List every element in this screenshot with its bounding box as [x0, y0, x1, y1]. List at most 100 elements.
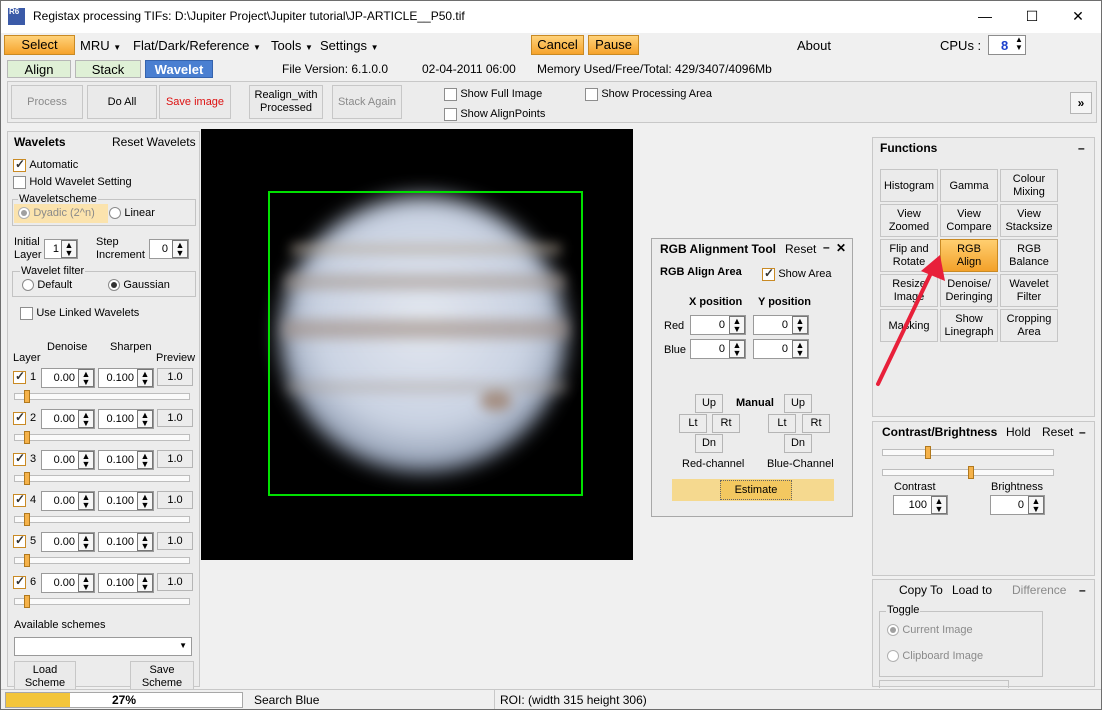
brightness-spinner[interactable]: 0 ▲ ▼ [990, 495, 1045, 515]
layer-slider-thumb[interactable] [24, 390, 30, 403]
blue-x-spinner[interactable]: 0 ▲ ▼ [690, 339, 746, 359]
save-scheme-button[interactable]: Save Scheme [130, 661, 194, 691]
gamma-button[interactable]: Gamma [940, 169, 998, 202]
spin-arrows-icon[interactable]: ▲ ▼ [137, 410, 153, 428]
layer-preview-button[interactable]: 1.0 [157, 573, 193, 591]
view-zoomed-button[interactable]: View Zoomed [880, 204, 938, 237]
stack-again-button[interactable]: Stack Again [332, 85, 402, 119]
denoise-spinner[interactable]: 0.00 ▲ ▼ [41, 532, 95, 552]
select-button[interactable]: Select [4, 35, 75, 55]
spin-arrows-icon[interactable]: ▲ ▼ [931, 496, 947, 514]
spin-arrows-icon[interactable]: ▲ ▼ [792, 340, 808, 358]
initial-layer-spinner[interactable]: 1 ▲ ▼ [44, 239, 78, 259]
denoise-spinner[interactable]: 0.00 ▲ ▼ [41, 409, 95, 429]
spin-arrows-icon[interactable]: ▲ ▼ [78, 574, 94, 592]
layer-preview-button[interactable]: 1.0 [157, 532, 193, 550]
menu-tools[interactable]: Tools ▼ [271, 38, 313, 53]
spin-arrows-icon[interactable]: ▲ ▼ [729, 316, 745, 334]
use-linked-wavelets-checkbox[interactable]: Use Linked Wavelets [20, 307, 139, 323]
layer-slider-thumb[interactable] [24, 595, 30, 608]
dyadic-radio[interactable]: Dyadic (2^n) [14, 204, 108, 223]
red-left-button[interactable]: Lt [679, 414, 707, 433]
rgb-tool-reset-button[interactable]: Reset [785, 242, 816, 256]
blue-down-button[interactable]: Dn [784, 434, 812, 453]
denoise-spinner[interactable]: 0.00 ▲ ▼ [41, 573, 95, 593]
show-area-checkbox[interactable]: Show Area [762, 266, 832, 284]
sharpen-spinner[interactable]: 0.100 ▲ ▼ [98, 409, 154, 429]
load-to-button[interactable]: Load to [952, 583, 992, 597]
layer-slider[interactable] [14, 598, 190, 605]
contrast-slider[interactable] [882, 449, 1054, 456]
contrast-reset-button[interactable]: Reset [1042, 425, 1073, 439]
show-alignpoints-checkbox[interactable]: Show AlignPoints [444, 108, 545, 124]
spin-arrows-icon[interactable]: ▲ ▼ [78, 451, 94, 469]
reset-wavelets-button[interactable]: Reset Wavelets [112, 135, 196, 149]
histogram-button[interactable]: Histogram [880, 169, 938, 202]
menu-settings[interactable]: Settings ▼ [320, 38, 379, 53]
estimate-button[interactable]: Estimate [720, 480, 792, 500]
layer-enable-checkbox[interactable] [13, 451, 26, 469]
blue-up-button[interactable]: Up [784, 394, 812, 413]
tab-wavelet[interactable]: Wavelet [145, 60, 213, 78]
sharpen-spinner[interactable]: 0.100 ▲ ▼ [98, 532, 154, 552]
layer-preview-button[interactable]: 1.0 [157, 368, 193, 386]
layer-enable-checkbox[interactable] [13, 369, 26, 387]
copy-to-button[interactable]: Copy To [899, 583, 943, 597]
layer-slider[interactable] [14, 516, 190, 523]
rgb-balance-button[interactable]: RGB Balance [1000, 239, 1058, 272]
spin-arrows-icon[interactable]: ▲ ▼ [1028, 496, 1044, 514]
blue-right-button[interactable]: Rt [802, 414, 830, 433]
contrast-slider-thumb[interactable] [925, 446, 931, 459]
collapse-icon[interactable]: – [1078, 141, 1085, 155]
load-scheme-button[interactable]: Load Scheme [14, 661, 76, 691]
show-processing-area-checkbox[interactable]: Show Processing Area [585, 88, 712, 104]
clipboard-image-radio[interactable]: Clipboard Image [887, 650, 983, 665]
spin-arrows-icon[interactable]: ▲ ▼ [78, 533, 94, 551]
view-compare-button[interactable]: View Compare [940, 204, 998, 237]
layer-enable-checkbox[interactable] [13, 492, 26, 510]
layer-preview-button[interactable]: 1.0 [157, 491, 193, 509]
do-all-button[interactable]: Do All [87, 85, 157, 119]
hold-button[interactable]: Hold [1006, 425, 1031, 439]
layer-slider-thumb[interactable] [24, 431, 30, 444]
realign-with-processed-button[interactable]: Realign_with Processed [249, 85, 323, 119]
brightness-slider-thumb[interactable] [968, 466, 974, 479]
denoise-spinner[interactable]: 0.00 ▲ ▼ [41, 368, 95, 388]
blue-y-spinner[interactable]: 0 ▲ ▼ [753, 339, 809, 359]
red-right-button[interactable]: Rt [712, 414, 740, 433]
schemes-dropdown[interactable]: ▼ [14, 637, 192, 656]
layer-enable-checkbox[interactable] [13, 574, 26, 592]
linear-radio[interactable]: Linear [109, 207, 155, 222]
difference-button[interactable]: Difference [1012, 583, 1066, 597]
cancel-button[interactable]: Cancel [531, 35, 584, 55]
spin-arrows-icon[interactable]: ▲ ▼ [729, 340, 745, 358]
layer-slider[interactable] [14, 434, 190, 441]
spin-arrows-icon[interactable]: ▲ ▼ [172, 240, 188, 258]
spin-arrows-icon[interactable]: ▲ ▼ [78, 410, 94, 428]
layer-slider-thumb[interactable] [24, 554, 30, 567]
tab-align[interactable]: Align [7, 60, 71, 78]
spin-arrows-icon[interactable]: ▲ ▼ [137, 451, 153, 469]
gaussian-filter-radio[interactable]: Gaussian [108, 279, 170, 294]
maximize-button[interactable]: ☐ [1009, 1, 1055, 33]
process-button[interactable]: Process [11, 85, 83, 119]
red-down-button[interactable]: Dn [695, 434, 723, 453]
spin-arrows-icon[interactable]: ▲ ▼ [78, 492, 94, 510]
spin-arrows-icon[interactable]: ▲ ▼ [792, 316, 808, 334]
minimize-button[interactable]: — [962, 1, 1008, 33]
red-x-spinner[interactable]: 0 ▲ ▼ [690, 315, 746, 335]
layer-enable-checkbox[interactable] [13, 410, 26, 428]
denoise-spinner[interactable]: 0.00 ▲ ▼ [41, 491, 95, 511]
wavelet-filter-button[interactable]: Wavelet Filter [1000, 274, 1058, 307]
expand-panel-button[interactable]: » [1070, 92, 1092, 114]
save-image-button[interactable]: Save image [159, 85, 231, 119]
close-icon[interactable]: ✕ [836, 241, 846, 255]
step-increment-spinner[interactable]: 0 ▲ ▼ [149, 239, 189, 259]
default-filter-radio[interactable]: Default [22, 279, 72, 294]
colour-mixing-button[interactable]: Colour Mixing [1000, 169, 1058, 202]
spin-arrows-icon[interactable]: ▲ ▼ [137, 369, 153, 387]
cropping-area-button[interactable]: Cropping Area [1000, 309, 1058, 342]
spin-arrows-icon[interactable]: ▲ ▼ [61, 240, 77, 258]
hold-wavelet-checkbox[interactable]: Hold Wavelet Setting [13, 176, 132, 192]
current-image-radio[interactable]: Current Image [887, 624, 973, 639]
